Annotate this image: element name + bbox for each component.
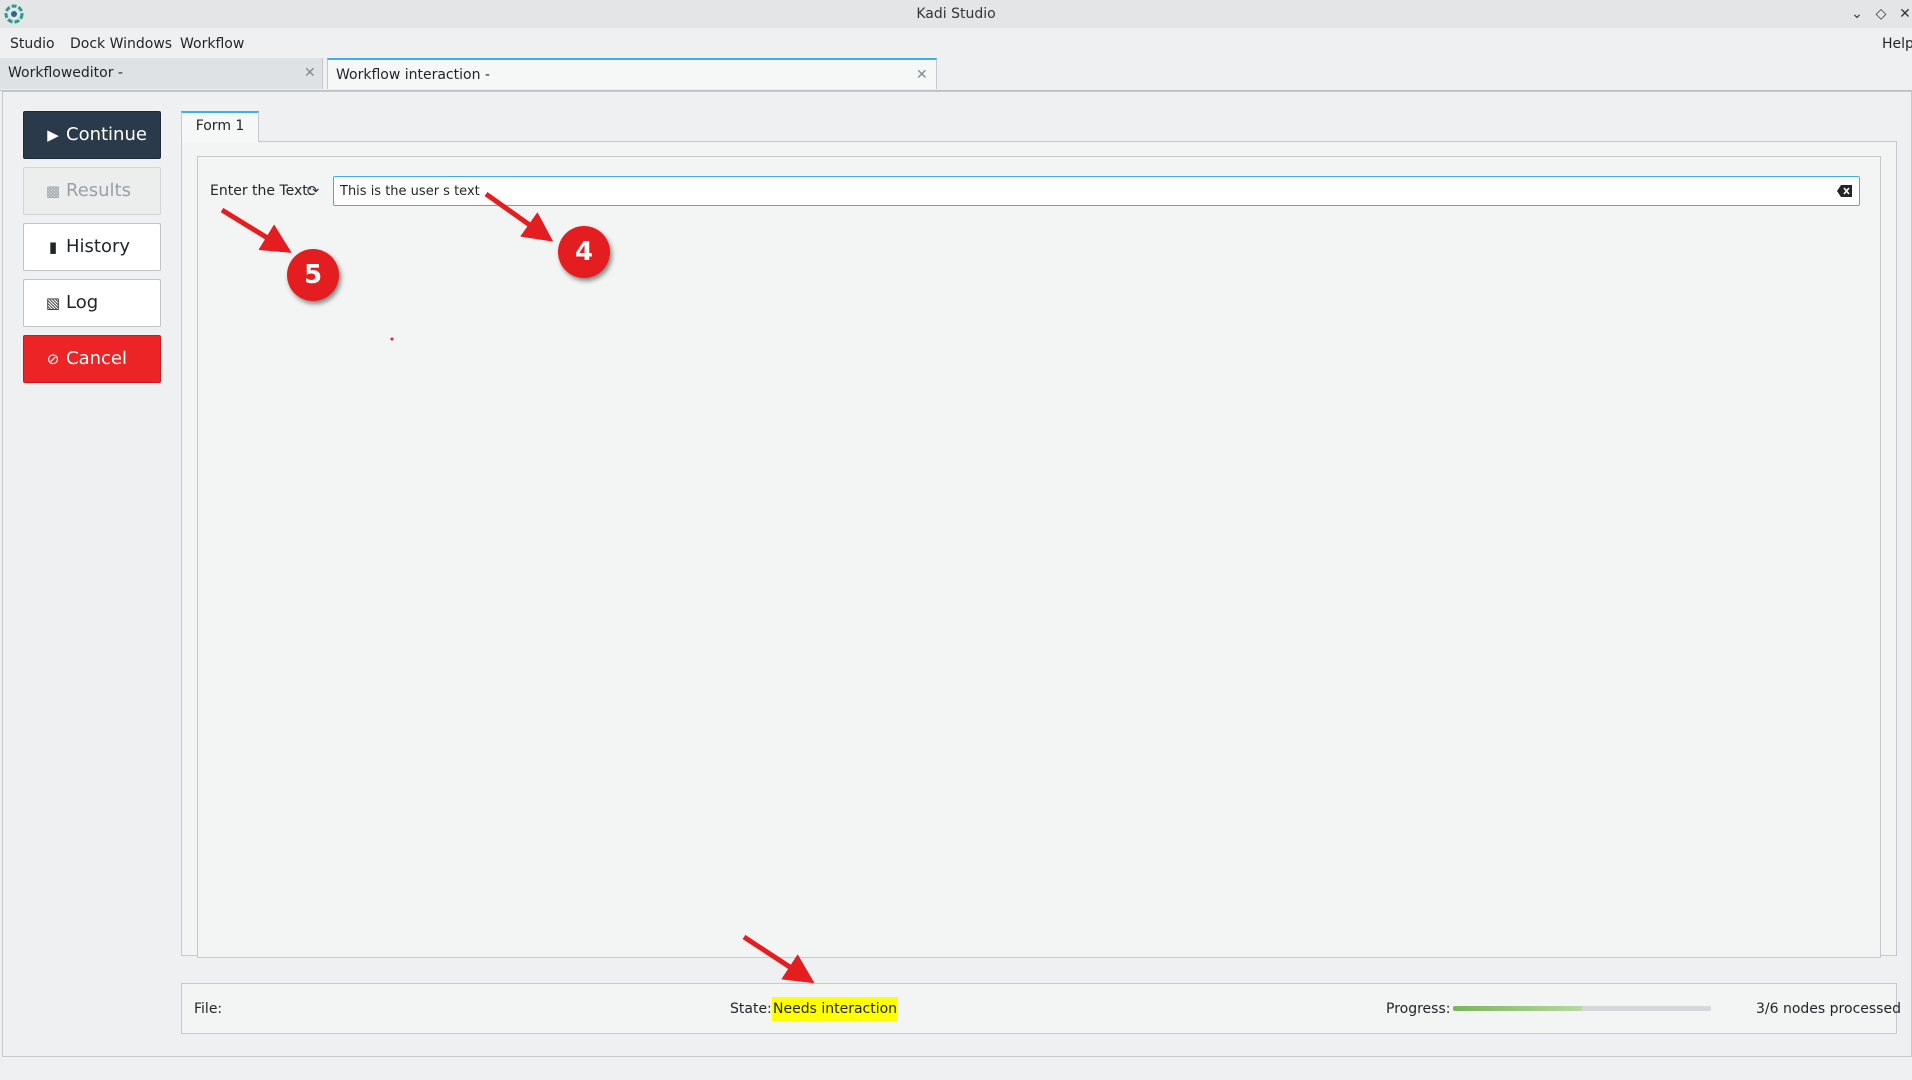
progress-label: Progress: <box>1386 1001 1451 1017</box>
cancel-label: Cancel <box>66 348 127 369</box>
tab-workfloweditor[interactable]: Workfloweditor - Local_02_save_user_inpu… <box>0 58 323 112</box>
results-button[interactable]: ▩ Results <box>23 167 161 215</box>
clear-text-icon[interactable] <box>1836 182 1854 200</box>
cancel-button[interactable]: ⊘ Cancel <box>23 335 161 383</box>
text-input[interactable] <box>333 176 1860 206</box>
log-label: Log <box>66 292 99 313</box>
continue-button[interactable]: ▶ Continue <box>23 111 161 159</box>
play-icon: ▶ <box>47 126 59 144</box>
maximize-icon[interactable]: ◇ <box>1871 4 1891 24</box>
close-tab-icon[interactable]: ✕ <box>304 58 316 89</box>
menu-help[interactable]: Help <box>1882 30 1912 58</box>
form-content <box>197 156 1881 958</box>
log-button[interactable]: ▧ Log <box>23 279 161 327</box>
clipboard-icon: ▧ <box>45 294 61 312</box>
field-label: Enter the Text: <box>210 183 313 199</box>
file-label: File: <box>194 1001 223 1017</box>
progress-bar <box>1453 1006 1711 1011</box>
bar-chart-icon: ▩ <box>45 182 61 200</box>
results-label: Results <box>66 180 131 201</box>
menu-studio[interactable]: Studio <box>10 30 55 58</box>
close-window-icon[interactable]: ✕ <box>1895 4 1912 24</box>
menu-dock-windows[interactable]: Dock Windows <box>70 30 172 58</box>
annotation-badge-4: 4 <box>558 226 610 278</box>
menu-workflow[interactable]: Workflow <box>180 30 244 58</box>
state-value: Needs interaction <box>772 997 899 1021</box>
window-title: Kadi Studio <box>916 6 996 22</box>
annotation-badge-5: 5 <box>287 249 339 301</box>
progress-fill <box>1453 1006 1582 1011</box>
progress-text: 3/6 nodes processed <box>1756 1001 1901 1017</box>
menu-bar: Studio Dock Windows Workflow Help <box>0 30 1912 58</box>
ban-icon: ⊘ <box>46 350 60 368</box>
history-label: History <box>66 236 131 257</box>
continue-label: Continue <box>66 124 147 145</box>
document-tab-bar: Workfloweditor - Local_02_save_user_inpu… <box>0 58 1912 114</box>
minimize-icon[interactable]: ⌄ <box>1847 4 1867 24</box>
book-icon: ▮ <box>48 238 58 256</box>
state-label: State: <box>730 1001 772 1017</box>
history-button[interactable]: ▮ History <box>23 223 161 271</box>
refresh-icon[interactable]: ⟳ <box>303 180 323 202</box>
tab-workflow-interaction[interactable]: Workflow interaction - /home/paymans/Dok… <box>327 58 937 114</box>
close-tab-icon[interactable]: ✕ <box>916 60 928 91</box>
tab-form-1[interactable]: Form 1 <box>181 111 259 142</box>
